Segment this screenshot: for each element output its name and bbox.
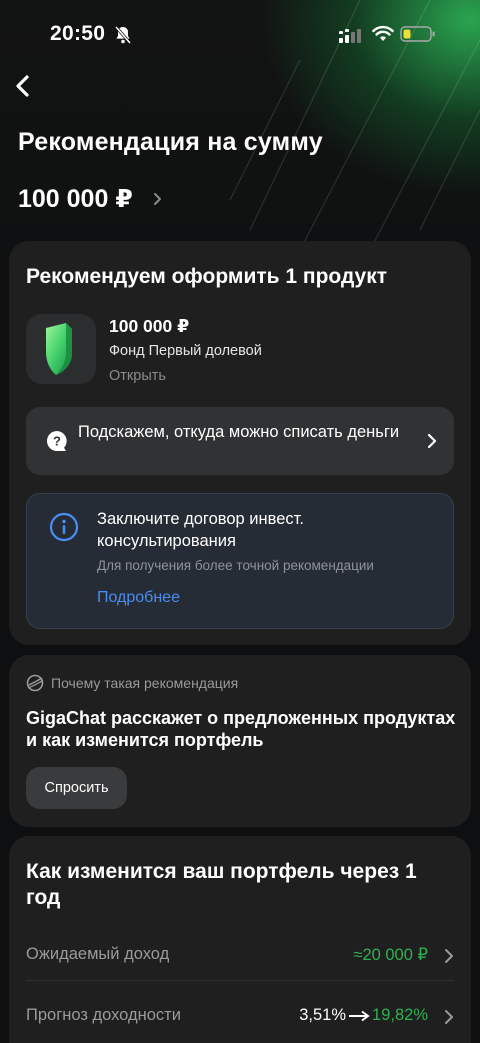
- green-shield-icon: [46, 323, 72, 375]
- chevron-right-icon: [445, 1010, 453, 1024]
- hint-text: Подскажем, откуда можно списать деньги: [78, 423, 400, 441]
- back-arrow-icon[interactable]: [12, 72, 34, 100]
- product-name[interactable]: Фонд Первый долевой: [109, 343, 262, 359]
- info-icon: [49, 512, 79, 542]
- svg-text:?: ?: [53, 434, 61, 449]
- muted-bell-icon: [114, 26, 132, 44]
- cellular-signal-icon: [339, 29, 361, 43]
- expected-income-label: Ожидаемый доход: [26, 945, 170, 963]
- portfolio-title: Как изменится ваш портфель через 1 год: [26, 860, 417, 909]
- battery-icon: [400, 26, 435, 42]
- yield-forecast: 19,82%: [372, 1006, 428, 1024]
- arrow-right-icon: [349, 1010, 370, 1021]
- debit-source-hint[interactable]: ? Подскажем, откуда можно списать деньги: [26, 407, 454, 475]
- gigachat-card: Почему такая рекомендация GigaChat расск…: [9, 655, 471, 827]
- expected-income-row[interactable]: Ожидаемый доход ≈20 000 ₽: [26, 929, 454, 981]
- info-title: Заключите договор инвест. консультирован…: [97, 510, 304, 550]
- screen: 20:50 Рекомендация на сумму 100 000 ₽ Ре…: [0, 0, 480, 1043]
- status-time: 20:50: [50, 22, 106, 45]
- yield-forecast-label: Прогноз доходности: [26, 1006, 181, 1024]
- info-subtitle: Для получения более точной рекомендации: [97, 558, 374, 573]
- ask-button[interactable]: Спросить: [26, 767, 127, 809]
- gigachat-logo-icon: [26, 674, 44, 692]
- chevron-right-icon: [445, 949, 453, 963]
- expected-income-value: ≈20 000 ₽: [353, 946, 428, 964]
- recommendation-amount[interactable]: 100 000 ₽: [18, 184, 133, 214]
- gigachat-description: GigaChat расскажет о предложенных продук…: [26, 708, 456, 750]
- portfolio-change-card: Как изменится ваш портфель через 1 год О…: [9, 836, 471, 1043]
- recommendation-card: Рекомендуем оформить 1 продукт 100 000 ₽…: [9, 241, 471, 645]
- question-bubble-icon: ?: [47, 431, 67, 451]
- amount-chevron-right-icon[interactable]: [150, 189, 164, 209]
- page-title: Рекомендация на сумму: [18, 128, 323, 156]
- yield-forecast-row[interactable]: Прогноз доходности 3,51% 19,82%: [26, 990, 454, 1042]
- investment-consulting-banner: Заключите договор инвест. консультирован…: [26, 493, 454, 629]
- chevron-right-icon: [427, 433, 437, 449]
- yield-current: 3,51%: [299, 1006, 347, 1024]
- product-icon[interactable]: [26, 314, 96, 384]
- status-bar: 20:50: [0, 0, 480, 70]
- wifi-icon: [372, 25, 394, 41]
- why-recommendation-heading: Почему такая рекомендация: [51, 675, 239, 691]
- product-open-label[interactable]: Открыть: [109, 368, 166, 384]
- product-amount: 100 000 ₽: [109, 316, 190, 336]
- recommendation-title: Рекомендуем оформить 1 продукт: [26, 265, 388, 288]
- more-details-link[interactable]: Подробнее: [97, 589, 180, 607]
- yield-forecast-value: 3,51% 19,82%: [299, 1006, 428, 1025]
